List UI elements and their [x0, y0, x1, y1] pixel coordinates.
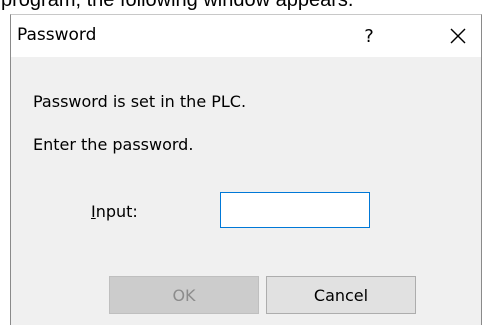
input-label-text: nput: — [95, 202, 138, 221]
input-label: Input: — [91, 201, 138, 223]
screenshot-page: program, the following window appears. P… — [0, 0, 493, 325]
close-button[interactable] — [435, 15, 481, 57]
password-input[interactable] — [220, 192, 370, 228]
ok-button[interactable]: OK — [109, 276, 259, 314]
help-icon: ? — [364, 25, 374, 47]
cancel-button[interactable]: Cancel — [266, 276, 416, 314]
message-enter-password: Enter the password. — [33, 135, 194, 154]
dialog-body: Password is set in the PLC. Enter the pa… — [11, 57, 481, 325]
dialog-titlebar[interactable]: Password ? — [11, 15, 481, 57]
help-button[interactable]: ? — [346, 15, 392, 57]
document-caption-fragment: program, the following window appears. — [1, 0, 354, 11]
dialog-title: Password — [17, 25, 97, 45]
close-icon — [450, 28, 466, 44]
password-dialog: Password ? Password is set in the PLC. E… — [10, 14, 482, 325]
message-password-set: Password is set in the PLC. — [33, 92, 247, 111]
